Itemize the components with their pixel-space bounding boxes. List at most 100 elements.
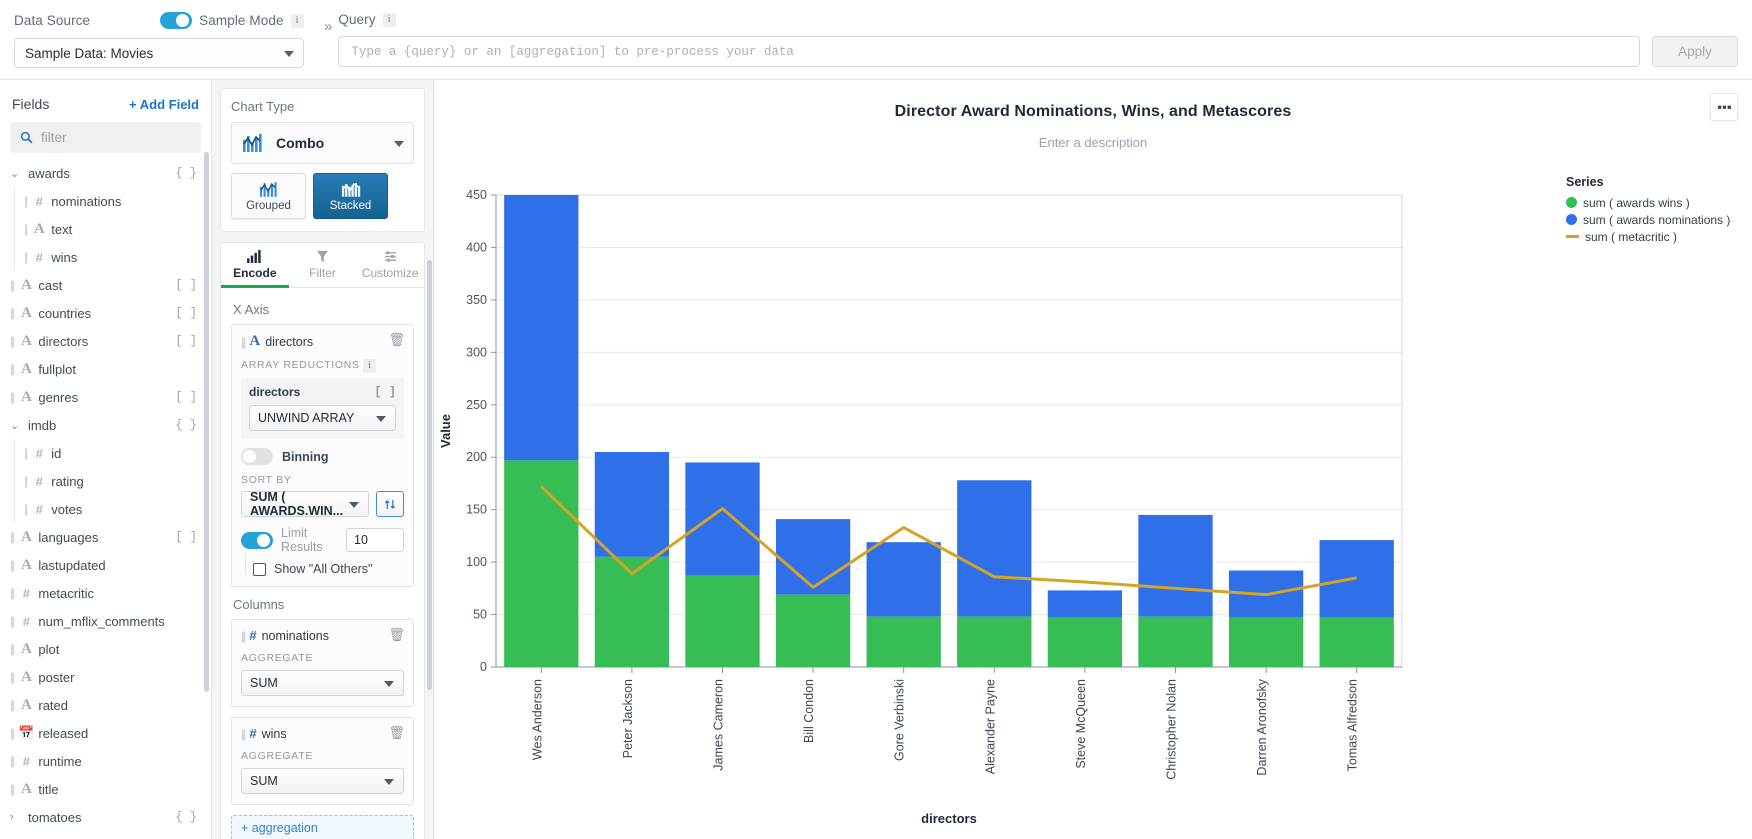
bar-segment-wins[interactable] (1138, 617, 1212, 667)
drag-handle-icon[interactable]: ||| (10, 306, 13, 320)
bar-segment-nominations[interactable] (1048, 590, 1122, 617)
bar-segment-nominations[interactable] (685, 462, 759, 575)
drag-handle-icon[interactable]: ||| (10, 530, 13, 544)
bar-segment-wins[interactable] (1229, 618, 1303, 667)
add-field-button[interactable]: + Add Field (129, 97, 199, 112)
bar-segment-nominations[interactable] (957, 480, 1031, 616)
drag-handle-icon[interactable]: ||| (10, 558, 13, 572)
drag-handle-icon[interactable]: ||| (10, 642, 13, 656)
delete-icon[interactable]: 🗑 (388, 332, 405, 348)
field-row-plot[interactable]: |||Aplot (0, 635, 211, 663)
sort-by-select[interactable]: SUM ( AWARDS.WIN... (241, 491, 369, 517)
field-row-num_mflix_comments[interactable]: |||#num_mflix_comments (0, 607, 211, 635)
sort-direction-button[interactable] (376, 491, 404, 517)
sample-mode-info-icon[interactable]: i (291, 14, 304, 28)
field-row-metacritic[interactable]: |||#metacritic (0, 579, 211, 607)
chart-options-button[interactable] (1710, 93, 1738, 121)
drag-handle-icon[interactable]: ||| (10, 334, 13, 348)
add-aggregation-button[interactable]: + aggregation (231, 815, 414, 839)
field-row-awards[interactable]: ⌄awards{ } (0, 159, 211, 187)
drag-handle-icon[interactable]: || (24, 250, 26, 264)
drag-handle-icon[interactable]: ||| (10, 614, 13, 628)
drag-handle-icon[interactable]: || (24, 194, 26, 208)
limit-results-toggle[interactable] (241, 532, 273, 549)
aggregate-select[interactable]: SUM (241, 670, 404, 696)
aggregate-select[interactable]: SUM (241, 768, 404, 794)
binning-toggle[interactable] (241, 448, 273, 465)
fields-scrollbar[interactable] (204, 152, 209, 692)
query-info-icon[interactable]: i (383, 13, 396, 27)
bar-segment-nominations[interactable] (504, 195, 578, 460)
tab-filter[interactable]: Filter (289, 243, 357, 287)
drag-handle-icon[interactable]: ||| (10, 670, 13, 684)
drag-handle-icon[interactable]: ||| (241, 727, 244, 741)
field-row-votes[interactable]: ||#votes (0, 495, 211, 523)
field-row-cast[interactable]: |||Acast[ ] (0, 271, 211, 299)
drag-handle-icon[interactable]: || (24, 222, 26, 236)
limit-results-input[interactable] (346, 528, 404, 552)
field-row-genres[interactable]: |||Agenres[ ] (0, 383, 211, 411)
bar-segment-wins[interactable] (957, 617, 1031, 667)
bar-segment-nominations[interactable] (867, 542, 941, 616)
reduction-select[interactable]: UNWIND ARRAY (249, 405, 396, 431)
config-scrollbar[interactable] (427, 260, 432, 690)
stacked-toggle-button[interactable]: Stacked (313, 173, 388, 219)
field-row-fullplot[interactable]: |||Afullplot (0, 355, 211, 383)
drag-handle-icon[interactable]: ||| (10, 278, 13, 292)
field-row-runtime[interactable]: |||#runtime (0, 747, 211, 775)
field-row-title[interactable]: |||Atitle (0, 775, 211, 803)
expand-chevron-icon[interactable]: » (324, 0, 332, 35)
field-row-countries[interactable]: |||Acountries[ ] (0, 299, 211, 327)
bar-segment-wins[interactable] (867, 617, 941, 667)
drag-handle-icon[interactable]: ||| (10, 390, 13, 404)
drag-handle-icon[interactable]: ||| (10, 726, 13, 740)
bar-segment-wins[interactable] (776, 595, 850, 667)
chevron-down-icon[interactable]: ⌄ (10, 167, 24, 180)
field-row-directors[interactable]: |||Adirectors[ ] (0, 327, 211, 355)
combo-chart-svg[interactable]: 050100150200250300350400450Wes AndersonP… (434, 185, 1434, 835)
field-row-lastupdated[interactable]: |||Alastupdated (0, 551, 211, 579)
delete-icon[interactable]: 🗑 (388, 725, 405, 741)
field-row-nominations[interactable]: ||#nominations (0, 187, 211, 215)
drag-handle-icon[interactable]: ||| (10, 782, 13, 796)
field-row-text[interactable]: ||Atext (0, 215, 211, 243)
delete-icon[interactable]: 🗑 (388, 627, 405, 643)
drag-handle-icon[interactable]: ||| (10, 754, 13, 768)
field-row-type[interactable]: |||Atype (0, 831, 211, 839)
field-row-id[interactable]: ||#id (0, 439, 211, 467)
grouped-toggle-button[interactable]: Grouped (231, 173, 306, 219)
data-source-select[interactable]: Sample Data: Movies (14, 38, 304, 68)
drag-handle-icon[interactable]: || (24, 502, 26, 516)
bar-segment-nominations[interactable] (1138, 515, 1212, 617)
chevron-down-icon[interactable]: ⌄ (10, 419, 24, 432)
drag-handle-icon[interactable]: || (24, 446, 26, 460)
show-all-others-checkbox[interactable] (253, 563, 266, 576)
bar-segment-nominations[interactable] (595, 452, 669, 557)
chart-description-placeholder[interactable]: Enter a description (434, 135, 1752, 150)
sample-mode-toggle[interactable] (160, 12, 192, 29)
drag-handle-icon[interactable]: || (24, 474, 26, 488)
drag-handle-icon[interactable]: ||| (10, 586, 13, 600)
array-reductions-info-icon[interactable]: i (363, 359, 376, 373)
field-row-rating[interactable]: ||#rating (0, 467, 211, 495)
chevron-right-icon[interactable]: › (10, 811, 24, 823)
field-row-imdb[interactable]: ⌄imdb{ } (0, 411, 211, 439)
query-input[interactable] (338, 36, 1640, 67)
bar-segment-nominations[interactable] (776, 519, 850, 595)
tab-customize[interactable]: Customize (356, 243, 424, 287)
field-row-languages[interactable]: |||Alanguages[ ] (0, 523, 211, 551)
field-row-poster[interactable]: |||Aposter (0, 663, 211, 691)
field-row-wins[interactable]: ||#wins (0, 243, 211, 271)
bar-segment-wins[interactable] (685, 576, 759, 667)
field-row-tomatoes[interactable]: ›tomatoes{ } (0, 803, 211, 831)
chart-type-select[interactable]: Combo (231, 122, 414, 164)
apply-button[interactable]: Apply (1652, 36, 1738, 67)
bar-segment-wins[interactable] (1048, 618, 1122, 667)
tab-encode[interactable]: Encode (221, 243, 289, 287)
drag-handle-icon[interactable]: ||| (241, 629, 244, 643)
bar-segment-wins[interactable] (1320, 618, 1394, 667)
drag-handle-icon[interactable]: ||| (241, 335, 244, 349)
bar-segment-wins[interactable] (504, 460, 578, 667)
drag-handle-icon[interactable]: ||| (10, 698, 13, 712)
drag-handle-icon[interactable]: ||| (10, 362, 13, 376)
